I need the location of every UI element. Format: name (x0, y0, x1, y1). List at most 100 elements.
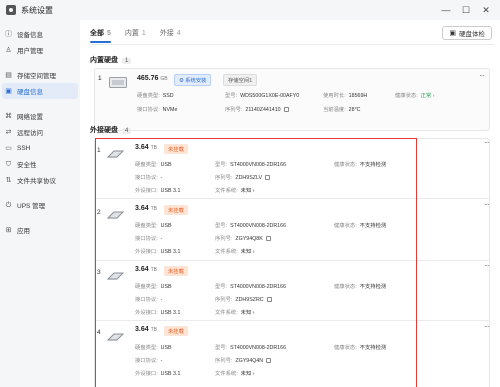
apps-icon: ⊞ (5, 226, 12, 234)
more-options-icon[interactable]: ··· (479, 71, 485, 80)
tab-all[interactable]: 全部 5 (90, 28, 111, 43)
capacity-unit: GB (160, 76, 168, 82)
temperature-field: 当前温度: 28°C (323, 105, 361, 113)
sidebar-item-users[interactable]: ♙ 用户管理 (0, 42, 78, 58)
disk-icon: ▣ (5, 87, 12, 95)
field-label: 接口协议: (137, 107, 160, 113)
tab-count: 1 (141, 30, 146, 37)
sidebar-item-label: 文件共享协议 (17, 178, 56, 185)
tab-label: 内置 (124, 30, 139, 37)
tab-internal[interactable]: 内置 1 (125, 28, 146, 42)
remote-icon: ⇄ (5, 128, 12, 136)
sidebar-item-label: UPS 管理 (17, 203, 46, 210)
chevron-right-icon[interactable]: › (431, 93, 435, 99)
sidebar-item-label: SSH (17, 144, 31, 152)
maximize-button[interactable]: ☐ (456, 0, 476, 20)
button-label: 硬盘体检 (459, 31, 485, 38)
field-label: 序列号: (225, 107, 243, 113)
external-disk-section-title: 外接硬盘 4 (90, 125, 132, 135)
interface-field: 接口协议: NVMe (137, 105, 177, 113)
tag-label: 系统安装 (185, 78, 207, 84)
field-value: SSD (162, 93, 174, 99)
sidebar-item-ups[interactable]: ⏻ UPS 管理 (0, 197, 78, 213)
field-value: 18569H (348, 93, 368, 99)
field-value: 28°C (348, 107, 361, 113)
copy-icon[interactable] (283, 107, 289, 113)
sidebar: ⓘ 设备信息 ♙ 用户管理 ▤ 存储空间管理 ▣ 硬盘信息 ⌘ 网络设置 ⇄ 远… (0, 20, 80, 387)
more-options-icon[interactable]: ··· (484, 261, 490, 270)
terminal-icon: ▭ (5, 144, 12, 152)
sidebar-item-label: 设备信息 (17, 32, 43, 39)
usage-hours-field: 使用时长: 18569H (323, 91, 367, 99)
minimize-button[interactable]: — (436, 0, 456, 20)
more-options-icon[interactable]: ··· (484, 322, 490, 331)
disk-health-check-button[interactable]: ▣ 硬盘体检 (442, 26, 492, 40)
title-bar: 系统设置 — ☐ ✕ (0, 0, 500, 20)
field-label: 健康状态: (395, 93, 418, 99)
model-field: 型号: WDS500G1X0E-00AFY0 (225, 91, 299, 99)
more-options-icon[interactable]: ··· (484, 138, 490, 147)
shield-icon: ⛉ (5, 160, 12, 168)
disk-type-field: 硬盘类型: SSD (137, 91, 174, 99)
sidebar-item-storage[interactable]: ▤ 存储空间管理 (0, 67, 78, 83)
field-label: 型号: (225, 93, 238, 99)
field-value: 正常 (420, 93, 432, 99)
serial-field: 序列号: 21140Z441410 (225, 105, 289, 113)
medkit-icon: ▣ (449, 30, 456, 37)
storage-space-tag: 存储空间1 (223, 74, 258, 86)
section-count: 4 (122, 128, 132, 134)
section-label: 内置硬盘 (90, 57, 118, 64)
field-value: WDS500G1X0E-00AFY0 (240, 93, 300, 99)
field-label: 使用时长: (323, 93, 346, 99)
section-label: 外接硬盘 (90, 127, 118, 134)
system-install-tag: ⚙ 系统安装 (174, 74, 212, 86)
tab-external[interactable]: 外接 4 (160, 28, 181, 42)
sidebar-item-file-sharing[interactable]: ⇅ 文件共享协议 (0, 172, 78, 188)
tab-count: 4 (176, 30, 181, 37)
tab-divider (90, 44, 494, 45)
sidebar-item-label: 安全性 (17, 162, 37, 169)
tab-label: 全部 (90, 30, 104, 37)
tab-bar: 全部 5 内置 1 外接 4 (90, 28, 195, 43)
disk-capacity: 465.76 GB (137, 75, 168, 82)
tab-label: 外接 (159, 30, 174, 37)
sidebar-item-remote[interactable]: ⇄ 远程访问 (0, 124, 78, 140)
sidebar-item-label: 远程访问 (17, 130, 43, 137)
sidebar-item-label: 网络设置 (17, 114, 43, 121)
field-label: 当前温度: (323, 107, 346, 113)
tag-label: 存储空间1 (228, 78, 253, 84)
share-icon: ⇅ (5, 176, 12, 184)
field-value: NVMe (162, 107, 178, 113)
sidebar-item-ssh[interactable]: ▭ SSH (0, 140, 78, 156)
section-count: 1 (122, 58, 132, 64)
info-icon: ⓘ (5, 30, 12, 38)
sidebar-item-label: 应用 (17, 228, 30, 235)
ssd-icon (109, 77, 127, 88)
network-icon: ⌘ (5, 112, 12, 120)
sidebar-item-disk-info[interactable]: ▣ 硬盘信息 (2, 83, 78, 99)
field-value: 21140Z441410 (245, 107, 281, 113)
field-label: 硬盘类型: (137, 93, 160, 99)
sidebar-item-label: 硬盘信息 (17, 89, 43, 96)
disk-number: 1 (98, 75, 102, 82)
sidebar-item-network[interactable]: ⌘ 网络设置 (0, 108, 78, 124)
settings-app-icon (6, 5, 16, 15)
sidebar-item-label: 用户管理 (17, 48, 43, 55)
window-title: 系统设置 (21, 5, 53, 15)
capacity-value: 465.76 (137, 75, 159, 82)
sidebar-item-apps[interactable]: ⊞ 应用 (0, 222, 78, 238)
sidebar-item-label: 存储空间管理 (17, 73, 56, 80)
sidebar-item-device-info[interactable]: ⓘ 设备信息 (0, 26, 78, 42)
power-icon: ⏻ (5, 201, 12, 209)
health-status-field: 健康状态: 正常 › (395, 91, 435, 99)
internal-disk-card[interactable]: 1 ··· 465.76 GB ⚙ 系统安装 存储空间1 硬盘类型: SSD 型号:… (94, 68, 490, 131)
main-content: 全部 5 内置 1 外接 4 ▣ 硬盘体检 内置硬盘 1 1 ··· 465.76 GB … (80, 20, 500, 387)
user-icon: ♙ (5, 46, 12, 54)
more-options-icon[interactable]: ··· (484, 200, 490, 209)
tab-count: 5 (107, 30, 111, 37)
storage-icon: ▤ (5, 71, 12, 79)
close-button[interactable]: ✕ (476, 0, 496, 20)
highlight-annotation-box (95, 138, 417, 387)
internal-disk-section-title: 内置硬盘 1 (90, 55, 132, 65)
sidebar-item-security[interactable]: ⛉ 安全性 (0, 156, 78, 172)
